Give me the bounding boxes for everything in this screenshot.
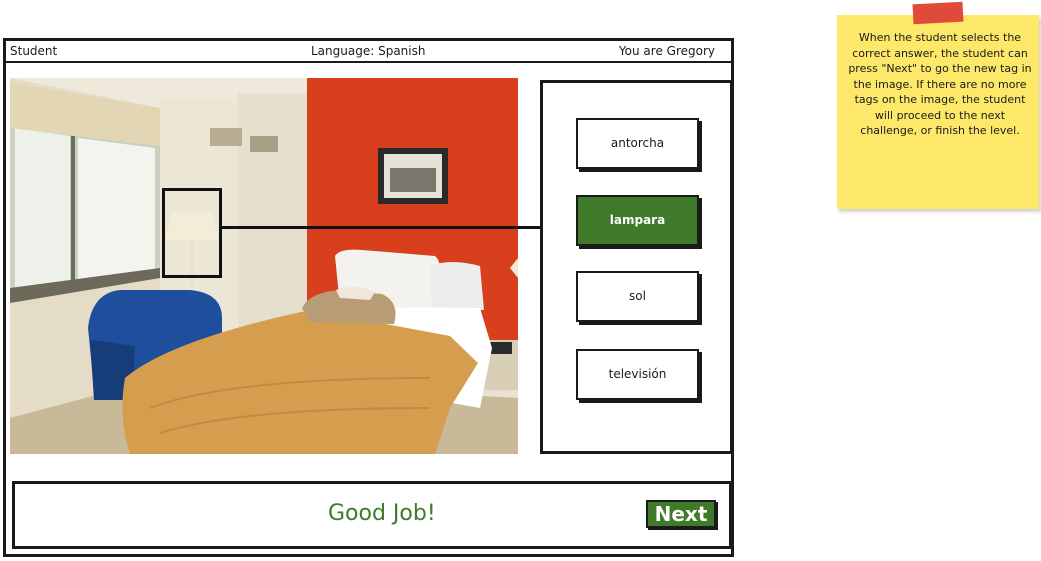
option-button[interactable]: sol xyxy=(576,271,699,322)
option-button[interactable]: televisión xyxy=(576,349,699,400)
option-button[interactable]: antorcha xyxy=(576,118,699,169)
tape-strip xyxy=(912,1,964,25)
title-bar: Student Language: Spanish You are Gregor… xyxy=(6,41,731,63)
sticky-note-text: When the student selects the correct ans… xyxy=(848,31,1032,137)
option-button-selected[interactable]: lampara xyxy=(576,195,699,246)
answer-options-panel: antorcha lampara sol televisión xyxy=(540,80,733,454)
sticky-note: When the student selects the correct ans… xyxy=(837,1,1039,209)
language-label: Language: Spanish xyxy=(311,44,426,58)
room-photo xyxy=(10,78,518,454)
app-window: Student Language: Spanish You are Gregor… xyxy=(3,38,734,557)
feedback-bar: Good Job! Next xyxy=(12,481,732,549)
next-button[interactable]: Next xyxy=(646,500,716,528)
tag-connector-line xyxy=(222,226,542,229)
feedback-message: Good Job! xyxy=(328,501,436,526)
role-label: Student xyxy=(10,44,58,58)
user-label: You are Gregory xyxy=(618,44,715,58)
image-tag-box[interactable] xyxy=(162,188,222,278)
bedroom-illustration xyxy=(10,78,518,454)
